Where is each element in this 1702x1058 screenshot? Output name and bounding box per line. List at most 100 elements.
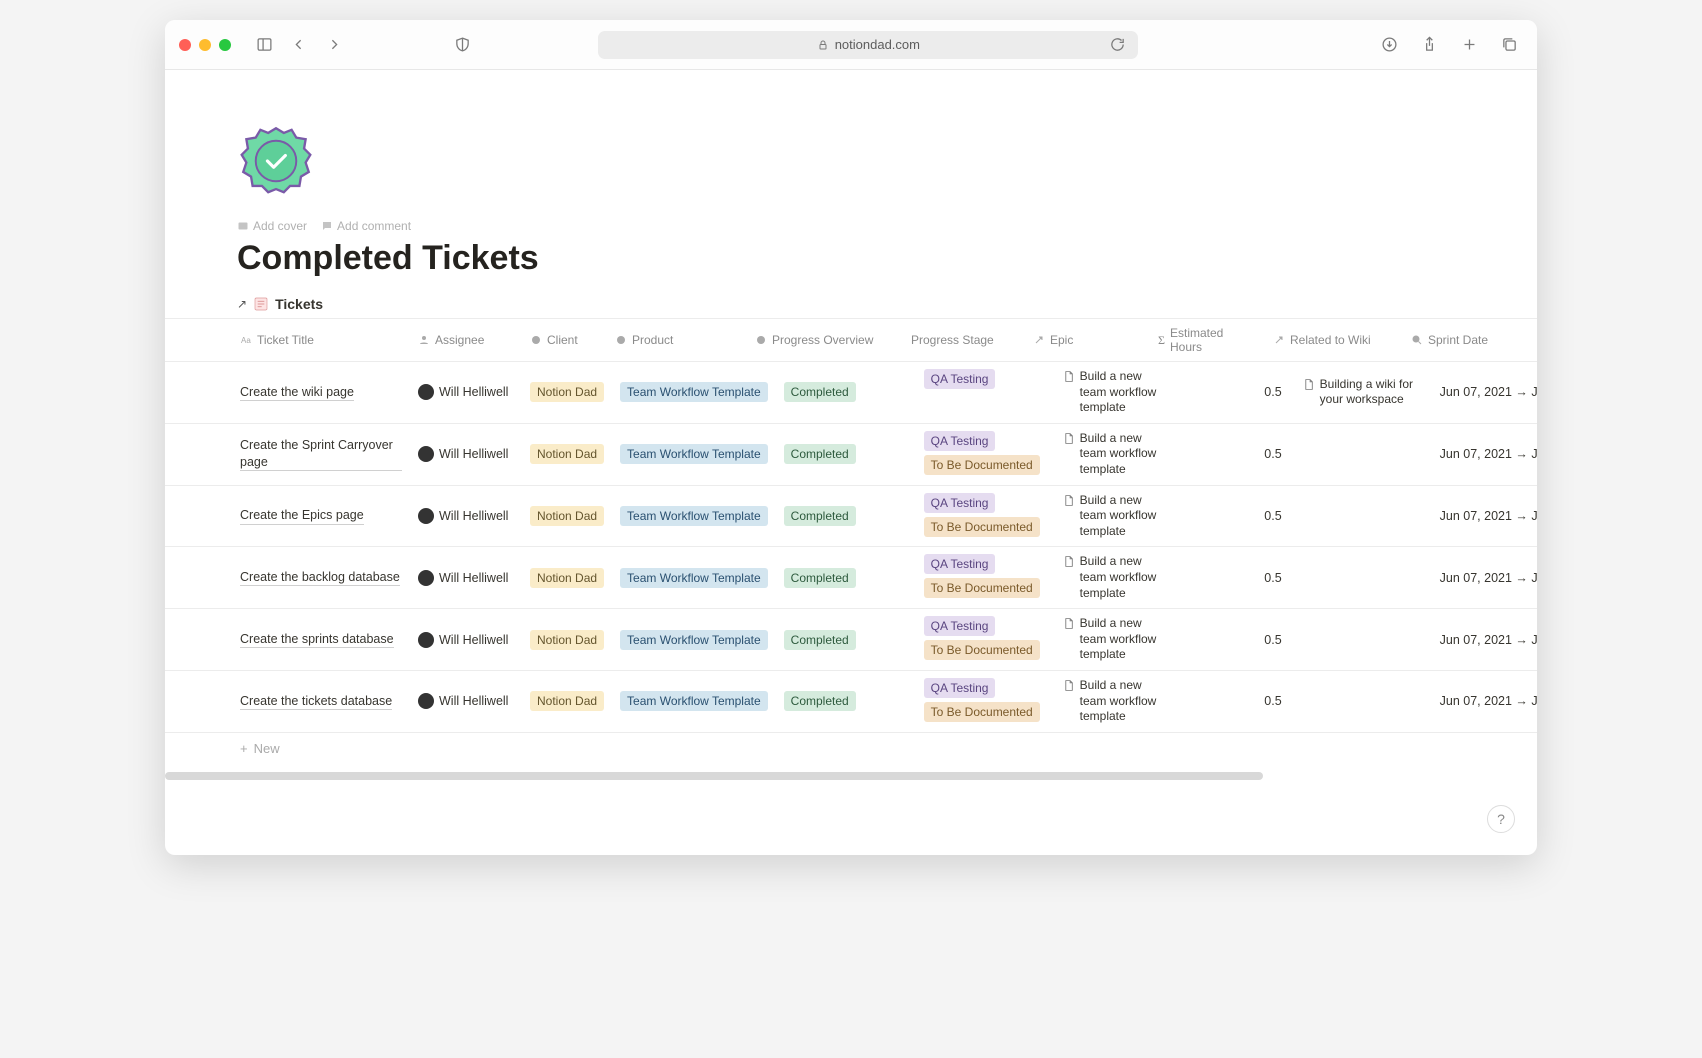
- sprint-date: Jun 07, 2021 → Jun 1: [1432, 547, 1537, 608]
- stage-tag-tbd: To Be Documented: [924, 578, 1040, 598]
- tabs-icon[interactable]: [1497, 32, 1523, 58]
- product-tag: Team Workflow Template: [620, 382, 768, 402]
- avatar: [418, 632, 434, 648]
- table-row[interactable]: Create the Epics page Will Helliwell Not…: [165, 486, 1537, 548]
- stage-tag-qa: QA Testing: [924, 678, 996, 698]
- client-tag: Notion Dad: [530, 382, 604, 402]
- ticket-title[interactable]: Create the sprints database: [240, 631, 394, 648]
- ticket-title[interactable]: Create the Sprint Carryover page: [240, 437, 402, 471]
- assignee-name: Will Helliwell: [439, 447, 508, 461]
- ticket-title[interactable]: Create the Epics page: [240, 507, 364, 524]
- col-estimated-hours[interactable]: ΣEstimated Hours: [1150, 319, 1265, 361]
- downloads-icon[interactable]: [1377, 32, 1403, 58]
- maximize-window-button[interactable]: [219, 39, 231, 51]
- avatar: [418, 384, 434, 400]
- product-tag: Team Workflow Template: [620, 568, 768, 588]
- forward-button[interactable]: [321, 32, 347, 58]
- close-window-button[interactable]: [179, 39, 191, 51]
- progress-tag: Completed: [784, 382, 856, 402]
- table-row[interactable]: Create the backlog database Will Helliwe…: [165, 547, 1537, 609]
- client-tag: Notion Dad: [530, 506, 604, 526]
- estimated-hours: 0.5: [1179, 609, 1294, 670]
- col-assignee[interactable]: Assignee: [410, 319, 522, 361]
- share-icon[interactable]: [1417, 32, 1443, 58]
- back-button[interactable]: [285, 32, 311, 58]
- shield-icon[interactable]: [449, 32, 475, 58]
- wiki-relation[interactable]: Building a wiki for your workspace: [1302, 377, 1424, 408]
- ticket-icon: [253, 296, 269, 312]
- url-bar[interactable]: notiondad.com: [598, 31, 1138, 59]
- database-view-tab[interactable]: ↗ Tickets: [165, 296, 1537, 318]
- help-button[interactable]: ?: [1487, 805, 1515, 833]
- minimize-window-button[interactable]: [199, 39, 211, 51]
- add-cover-button[interactable]: Add cover: [237, 219, 307, 233]
- add-comment-button[interactable]: Add comment: [321, 219, 411, 233]
- epic-relation[interactable]: Build a new team workflow template: [1062, 554, 1171, 601]
- view-label: Tickets: [275, 296, 323, 312]
- estimated-hours: 0.5: [1179, 671, 1294, 732]
- col-product[interactable]: Product: [607, 319, 747, 361]
- url-text: notiondad.com: [835, 37, 920, 52]
- comment-icon: [321, 220, 333, 232]
- page-content: Add cover Add comment Completed Tickets …: [165, 70, 1537, 855]
- epic-relation[interactable]: Build a new team workflow template: [1062, 678, 1171, 725]
- sprint-date: Jun 07, 2021 → Jun 1: [1432, 362, 1537, 423]
- avatar: [418, 693, 434, 709]
- horizontal-scrollbar[interactable]: [165, 770, 1537, 782]
- assignee-name: Will Helliwell: [439, 509, 508, 523]
- ticket-title[interactable]: Create the backlog database: [240, 569, 400, 586]
- table-row[interactable]: Create the sprints database Will Helliwe…: [165, 609, 1537, 671]
- window-controls: [179, 39, 231, 51]
- header-actions: Add cover Add comment: [237, 219, 1537, 233]
- epic-relation[interactable]: Build a new team workflow template: [1062, 493, 1171, 540]
- sidebar-toggle-icon[interactable]: [251, 32, 277, 58]
- col-epic[interactable]: Epic: [1025, 319, 1150, 361]
- reload-button[interactable]: [1104, 32, 1130, 58]
- svg-text:Aa: Aa: [241, 336, 251, 345]
- table-row[interactable]: Create the Sprint Carryover page Will He…: [165, 424, 1537, 486]
- col-title[interactable]: AaTicket Title: [165, 319, 410, 361]
- table-body: Create the wiki page Will Helliwell Noti…: [165, 362, 1537, 733]
- avatar: [418, 570, 434, 586]
- table-header: AaTicket Title Assignee Client Product P…: [165, 319, 1537, 362]
- client-tag: Notion Dad: [530, 630, 604, 650]
- product-tag: Team Workflow Template: [620, 691, 768, 711]
- progress-tag: Completed: [784, 630, 856, 650]
- sprint-date: Jun 07, 2021 → Jun 1: [1432, 609, 1537, 670]
- estimated-hours: 0.5: [1179, 424, 1294, 485]
- tickets-table: AaTicket Title Assignee Client Product P…: [165, 318, 1537, 782]
- col-progress-stage[interactable]: Progress Stage: [887, 319, 1025, 361]
- assignee-name: Will Helliwell: [439, 633, 508, 647]
- col-client[interactable]: Client: [522, 319, 607, 361]
- sprint-date: Jun 07, 2021 → Jun 1: [1432, 424, 1537, 485]
- stage-tag-qa: QA Testing: [924, 554, 996, 574]
- avatar: [418, 446, 434, 462]
- new-row-button[interactable]: + New: [165, 733, 1537, 764]
- progress-tag: Completed: [784, 444, 856, 464]
- table-row[interactable]: Create the tickets database Will Helliwe…: [165, 671, 1537, 733]
- epic-relation[interactable]: Build a new team workflow template: [1062, 616, 1171, 663]
- col-sprint-date[interactable]: Sprint Date: [1403, 319, 1523, 361]
- client-tag: Notion Dad: [530, 444, 604, 464]
- ticket-title[interactable]: Create the tickets database: [240, 693, 392, 710]
- epic-relation[interactable]: Build a new team workflow template: [1062, 369, 1171, 416]
- new-tab-icon[interactable]: [1457, 32, 1483, 58]
- table-row[interactable]: Create the wiki page Will Helliwell Noti…: [165, 362, 1537, 424]
- stage-tag-qa: QA Testing: [924, 369, 996, 389]
- browser-window: notiondad.com: [165, 20, 1537, 855]
- stage-tag-tbd: To Be Documented: [924, 640, 1040, 660]
- epic-relation[interactable]: Build a new team workflow template: [1062, 431, 1171, 478]
- estimated-hours: 0.5: [1179, 362, 1294, 423]
- ticket-title[interactable]: Create the wiki page: [240, 384, 354, 401]
- col-related-wiki[interactable]: Related to Wiki: [1265, 319, 1403, 361]
- page-title: Completed Tickets: [237, 239, 1537, 278]
- client-tag: Notion Dad: [530, 568, 604, 588]
- stage-tag-qa: QA Testing: [924, 431, 996, 451]
- product-tag: Team Workflow Template: [620, 506, 768, 526]
- progress-tag: Completed: [784, 691, 856, 711]
- stage-tag-tbd: To Be Documented: [924, 455, 1040, 475]
- assignee-name: Will Helliwell: [439, 385, 508, 399]
- assignee-name: Will Helliwell: [439, 571, 508, 585]
- product-tag: Team Workflow Template: [620, 630, 768, 650]
- col-progress-overview[interactable]: Progress Overview: [747, 319, 887, 361]
